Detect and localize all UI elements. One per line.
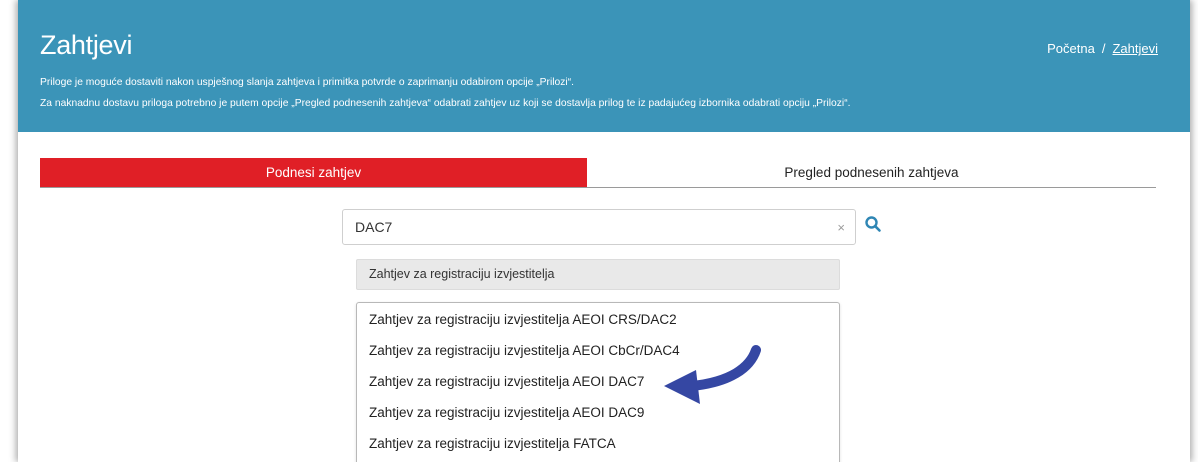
- category-group-header[interactable]: Zahtjev za registraciju izvjestitelja: [356, 259, 840, 290]
- close-icon[interactable]: ×: [837, 220, 845, 235]
- attachments-notice: Priloge je moguće dostaviti nakon uspješ…: [40, 72, 851, 114]
- tab-submitted-requests[interactable]: Pregled podnesenih zahtjeva: [587, 158, 1156, 187]
- page-header: Zahtjevi Početna / Zahtjevi Priloge je mog…: [18, 0, 1190, 132]
- list-item[interactable]: Zahtjev za registraciju izvjestitelja AE…: [369, 312, 677, 327]
- page-title: Zahtjevi: [40, 30, 133, 60]
- breadcrumb-current-link[interactable]: Zahtjevi: [1112, 41, 1158, 56]
- breadcrumb: Početna / Zahtjevi: [1047, 41, 1158, 56]
- app-window: Zahtjevi Početna / Zahtjevi Priloge je mog…: [18, 0, 1190, 462]
- notice-line-2: Za naknadnu dostavu priloga potrebno je …: [40, 98, 851, 109]
- list-item[interactable]: Zahtjev za registraciju izvjestitelja AE…: [369, 405, 644, 420]
- tab-submit-request[interactable]: Podnesi zahtjev: [40, 158, 587, 187]
- tab-bar: Podnesi zahtjev Pregled podnesenih zahtj…: [40, 158, 1156, 188]
- breadcrumb-home-link[interactable]: Početna: [1047, 41, 1095, 56]
- curved-arrow-icon: [664, 345, 761, 404]
- list-item[interactable]: Zahtjev za registraciju izvjestitelja FA…: [369, 436, 616, 451]
- notice-line-1: Priloge je moguće dostaviti nakon uspješ…: [40, 77, 574, 88]
- search-input-value: DAC7: [355, 219, 393, 235]
- breadcrumb-separator: /: [1101, 41, 1106, 56]
- search-icon[interactable]: [864, 215, 882, 233]
- list-item-dac7[interactable]: Zahtjev za registraciju izvjestitelja AE…: [369, 374, 644, 389]
- list-item[interactable]: Zahtjev za registraciju izvjestitelja AE…: [369, 343, 680, 358]
- search-input[interactable]: DAC7 ×: [342, 209, 856, 245]
